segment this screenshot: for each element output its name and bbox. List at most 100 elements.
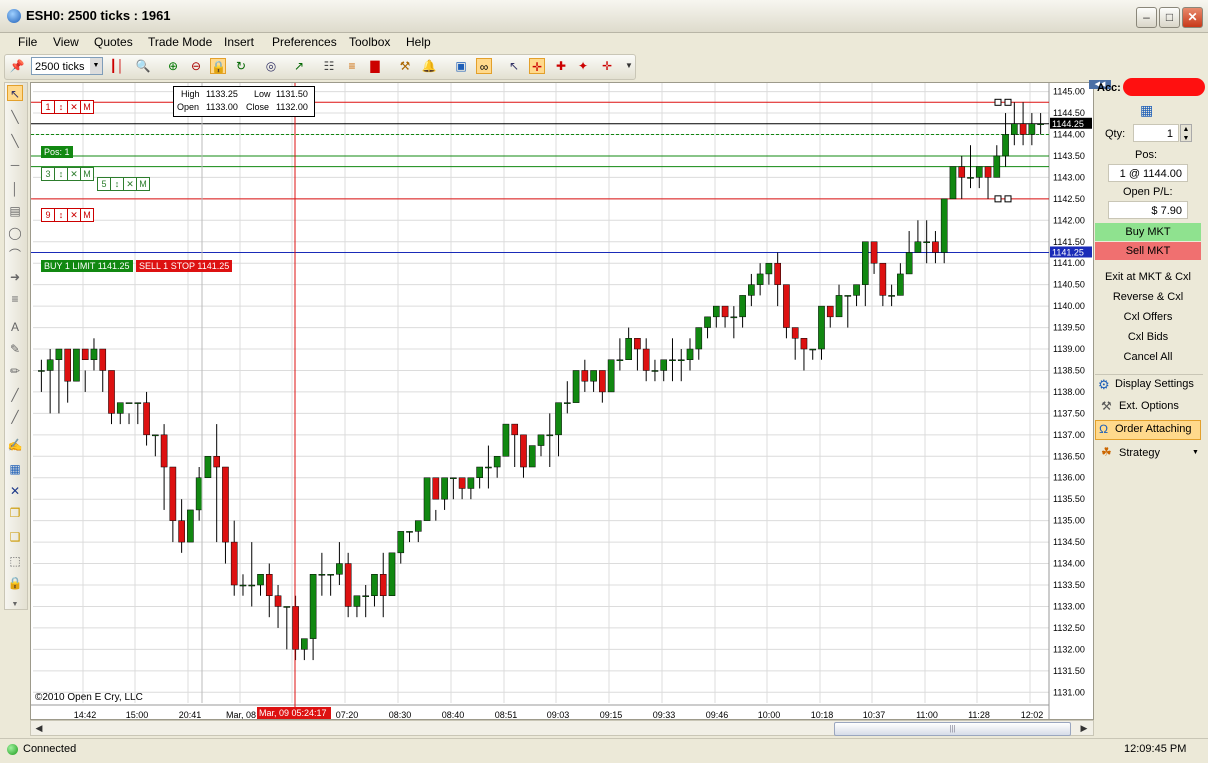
order-attach-icon[interactable]: ✛ <box>529 58 545 74</box>
menu-insert[interactable]: Insert <box>224 35 254 49</box>
scroll-down-icon[interactable]: ▼ <box>7 597 23 613</box>
paste-icon[interactable]: ❑ <box>7 529 23 545</box>
zoom-out-icon[interactable]: ⊖ <box>188 58 204 74</box>
pointer-icon[interactable]: ↖ <box>506 58 522 74</box>
templates-icon[interactable]: ▦ <box>7 461 23 477</box>
menu-view[interactable]: View <box>53 35 79 49</box>
ray-tool-icon[interactable]: ╲ <box>7 133 23 149</box>
reverse-cancel-button[interactable]: Reverse & Cxl <box>1095 288 1201 306</box>
minimize-button[interactable]: – <box>1136 7 1157 28</box>
market-button[interactable]: M <box>81 209 93 221</box>
ticks-dropdown[interactable]: 2500 ticks ▼ <box>31 57 103 75</box>
arrow-tool-icon[interactable]: ➜ <box>7 269 23 285</box>
strategy-row[interactable]: ☘ Strategy ▼ <box>1095 444 1203 463</box>
trendline-tool-icon[interactable]: ╲ <box>7 109 23 125</box>
market-button[interactable]: M <box>137 178 149 190</box>
menu-trade-mode[interactable]: Trade Mode <box>148 35 212 49</box>
chart-area[interactable]: 1131.00 1131.50 1132.00 1132.50 1133.00 1133.… <box>30 82 1094 720</box>
chevron-down-icon[interactable]: ▼ <box>90 58 102 74</box>
add-marker-icon[interactable]: ✦ <box>575 58 591 74</box>
calculator-icon[interactable]: ▦ <box>1140 102 1153 119</box>
buy-limit-order-tag[interactable]: BUY 1 LIMIT 1141.25 <box>41 260 133 272</box>
bar-color-icon[interactable]: ≡ <box>344 58 360 74</box>
copy-icon[interactable]: ❐ <box>7 505 23 521</box>
buy-market-button[interactable]: Buy MKT <box>1095 223 1201 241</box>
move-icon[interactable]: ↕ <box>55 101 68 113</box>
select-area-icon[interactable]: ⬚ <box>7 553 23 569</box>
link-icon[interactable]: ∞ <box>476 58 492 74</box>
add-line-icon[interactable]: ✚ <box>553 58 569 74</box>
zoom-in-icon[interactable]: ⊕ <box>165 58 181 74</box>
maximize-button[interactable]: □ <box>1159 7 1180 28</box>
target-bracket-b[interactable]: 5 ↕ ✕ M <box>97 177 150 191</box>
order-attaching-button[interactable]: Ω Order Attaching <box>1095 420 1201 440</box>
cancel-all-button[interactable]: Cancel All <box>1095 348 1201 366</box>
cycle-tool-icon[interactable]: ╱ <box>7 409 23 425</box>
lock-icon[interactable]: 🔒 <box>210 58 226 74</box>
scroll-left-icon[interactable]: ◀ <box>32 722 46 734</box>
stop-bracket[interactable]: 9 ↕ ✕ M <box>41 208 94 222</box>
move-icon[interactable]: ↕ <box>55 168 68 180</box>
cancel-icon[interactable]: ✕ <box>124 178 137 190</box>
vline-tool-icon[interactable]: │ <box>7 181 23 197</box>
fib-tool-icon[interactable]: ≡ <box>7 291 23 307</box>
sell-market-button[interactable]: Sell MKT <box>1095 242 1201 260</box>
display-settings-row[interactable]: ⚙ Display Settings <box>1095 374 1203 394</box>
exit-cancel-button[interactable]: Exit at MKT & Cxl <box>1095 268 1201 286</box>
qty-input[interactable]: 1 <box>1133 124 1179 142</box>
cancel-offers-button[interactable]: Cxl Offers <box>1095 308 1201 326</box>
indicator-icon[interactable]: ↗ <box>291 58 307 74</box>
chart-type-icon[interactable]: ┃│ <box>109 58 125 74</box>
position-tag[interactable]: Pos: 1 <box>41 146 73 158</box>
toolbar: 📌 2500 ticks ▼ ┃│ 🔍 ⊕ ⊖ 🔒 ↻ ◎ ↗ ☷ ≡ ▇ ⚒ … <box>4 54 636 80</box>
text-tool-icon[interactable]: A <box>7 319 23 335</box>
properties-icon[interactable]: ✍ <box>7 437 23 453</box>
horizontal-scrollbar[interactable]: ◀ ||| ▶ <box>30 720 1094 736</box>
market-button[interactable]: M <box>81 168 93 180</box>
move-icon[interactable]: ↕ <box>111 178 124 190</box>
gann-tool-icon[interactable]: ╱ <box>7 387 23 403</box>
market-button[interactable]: M <box>81 101 93 113</box>
ext-options-row[interactable]: ⚒ Ext. Options <box>1095 397 1203 416</box>
refresh-icon[interactable]: ↻ <box>233 58 249 74</box>
menu-preferences[interactable]: Preferences <box>272 35 337 49</box>
save-icon[interactable]: ▣ <box>453 58 469 74</box>
tools-icon[interactable]: ⚒ <box>397 58 413 74</box>
cancel-icon[interactable]: ✕ <box>68 209 81 221</box>
more-icon[interactable]: ▼ <box>621 58 637 74</box>
cancel-bids-button[interactable]: Cxl Bids <box>1095 328 1201 346</box>
crosshair-icon[interactable]: ◎ <box>263 58 279 74</box>
move-icon[interactable]: ↕ <box>55 209 68 221</box>
menu-file[interactable]: File <box>18 35 37 49</box>
hline-tool-icon[interactable]: ─ <box>7 157 23 173</box>
y-tick-label: 1142.50 <box>1053 194 1085 204</box>
brush-tool-icon[interactable]: ✏ <box>7 363 23 379</box>
delete-icon[interactable]: ✕ <box>7 483 23 499</box>
add-arrow-icon[interactable]: ✛ <box>599 58 615 74</box>
top-stop-bracket[interactable]: 1 ↕ ✕ M <box>41 100 94 114</box>
candle-down <box>783 284 790 328</box>
cancel-icon[interactable]: ✕ <box>68 101 81 113</box>
menu-help[interactable]: Help <box>406 35 431 49</box>
menu-quotes[interactable]: Quotes <box>94 35 133 49</box>
target-bracket-a[interactable]: 3 ↕ ✕ M <box>41 167 94 181</box>
menu-toolbox[interactable]: Toolbox <box>349 35 390 49</box>
scrollbar-thumb[interactable]: ||| <box>834 722 1071 736</box>
cancel-icon[interactable]: ✕ <box>68 168 81 180</box>
pin-icon[interactable]: 📌 <box>9 58 25 74</box>
scroll-right-icon[interactable]: ▶ <box>1077 722 1091 734</box>
qty-stepper[interactable]: ▲ ▼ <box>1180 124 1192 142</box>
channel-tool-icon[interactable]: ▤ <box>7 203 23 219</box>
tree-icon[interactable]: ☷ <box>321 58 337 74</box>
volume-icon[interactable]: ▇ <box>367 58 383 74</box>
alert-icon[interactable]: 🔔 <box>421 58 437 74</box>
arc-tool-icon[interactable]: ⌒ <box>7 247 23 263</box>
sell-stop-order-tag[interactable]: SELL 1 STOP 1141.25 <box>136 260 233 272</box>
close-button[interactable]: ✕ <box>1182 7 1203 28</box>
pencil-tool-icon[interactable]: ✎ <box>7 341 23 357</box>
lock-drawings-icon[interactable]: 🔒 <box>7 575 23 591</box>
select-tool-icon[interactable]: ↖ <box>7 85 23 101</box>
zoom-icon[interactable]: 🔍 <box>135 58 151 74</box>
price-chart[interactable]: 1131.00 1131.50 1132.00 1132.50 1133.00 1133.… <box>31 83 1093 719</box>
ellipse-tool-icon[interactable]: ◯ <box>7 225 23 241</box>
